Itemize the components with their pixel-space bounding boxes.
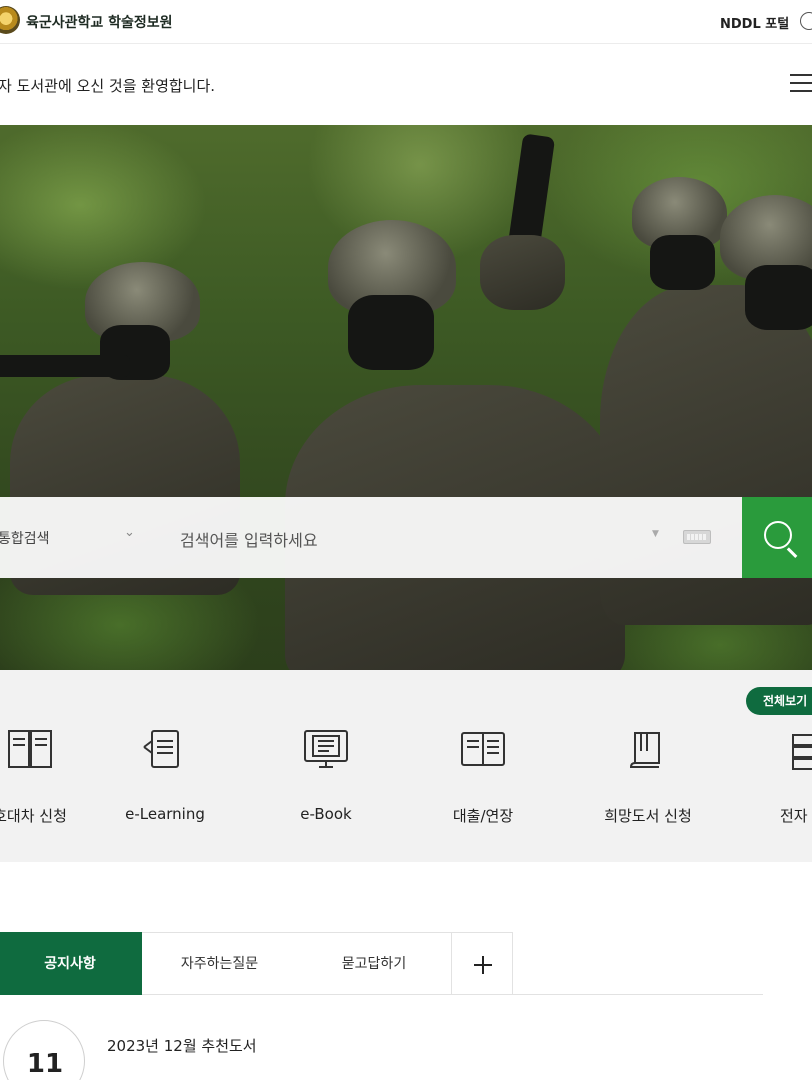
stack-books-icon [792,734,812,770]
tab-qna[interactable]: 묻고답하기 [297,932,452,995]
search-field: 통합검색 ⌄ 검색어를 입력하세요 ▼ [0,497,742,578]
caret-down-icon[interactable]: ▼ [652,529,659,539]
academy-emblem-icon[interactable] [0,6,20,34]
welcome-bar: 자 도서관에 오신 것을 환영합니다. [0,44,812,125]
chevron-down-icon[interactable]: ⌄ [124,525,135,540]
quick-item-book-request[interactable]: 희망도서 신청 [578,722,718,832]
top-bar: 육군사관학교 학술정보원 NDDL 포털 [0,0,812,44]
quick-item-label: e-Book [300,805,352,823]
quick-item-label: 전자 [780,807,808,825]
welcome-message: 자 도서관에 오신 것을 환영합니다. [0,77,216,95]
quick-item-elearning[interactable]: e-Learning [95,722,235,832]
book-request-icon [629,732,660,768]
nddl-portal-link[interactable]: NDDL 포털 [720,13,789,32]
quick-item-interlibrary-loan[interactable]: 호대차 신청 [0,722,100,832]
keyboard-icon[interactable] [683,530,711,544]
search-button[interactable] [742,497,812,578]
site-title[interactable]: 육군사관학교 학술정보원 [26,12,173,32]
notice-title-link[interactable]: 2023년 12월 추천도서 [107,1035,257,1056]
hero-banner-image [0,125,812,670]
quick-item-label: 호대차 신청 [0,807,67,825]
more-plus-icon[interactable] [451,932,513,995]
tab-faq[interactable]: 자주하는질문 [142,932,298,995]
quick-item-ebook[interactable]: e-Book [256,722,396,832]
notice-day: 11 [26,1049,64,1079]
quick-item-electronic[interactable]: 전자 [740,722,812,832]
tab-notices[interactable]: 공지사항 [0,932,142,995]
quick-item-label: 대출/연장 [452,807,514,825]
ebook-monitor-icon [304,730,348,768]
book-pages-icon [8,730,52,768]
search-bar: 통합검색 ⌄ 검색어를 입력하세요 ▼ [0,497,812,578]
notice-date-badge: 11 [3,1020,85,1080]
document-pen-icon [143,730,179,768]
open-book-icon [461,732,505,766]
portal-circle-icon[interactable] [800,12,812,30]
search-input[interactable]: 검색어를 입력하세요 [180,527,318,551]
board-tabs: 공지사항 자주하는질문 묻고답하기 [0,932,763,995]
quick-menu: 전체보기 호대차 신청 e-Learning e-Book 대출/연장 희망도서… [0,670,812,862]
search-category-select[interactable]: 통합검색 [0,528,50,548]
quick-item-label: e-Learning [125,805,205,823]
search-icon [764,521,792,549]
quick-item-label: 희망도서 신청 [604,807,692,825]
view-all-button[interactable]: 전체보기 [746,687,812,715]
hamburger-menu-icon[interactable] [790,74,812,94]
quick-item-loan-renewal[interactable]: 대출/연장 [413,722,553,832]
